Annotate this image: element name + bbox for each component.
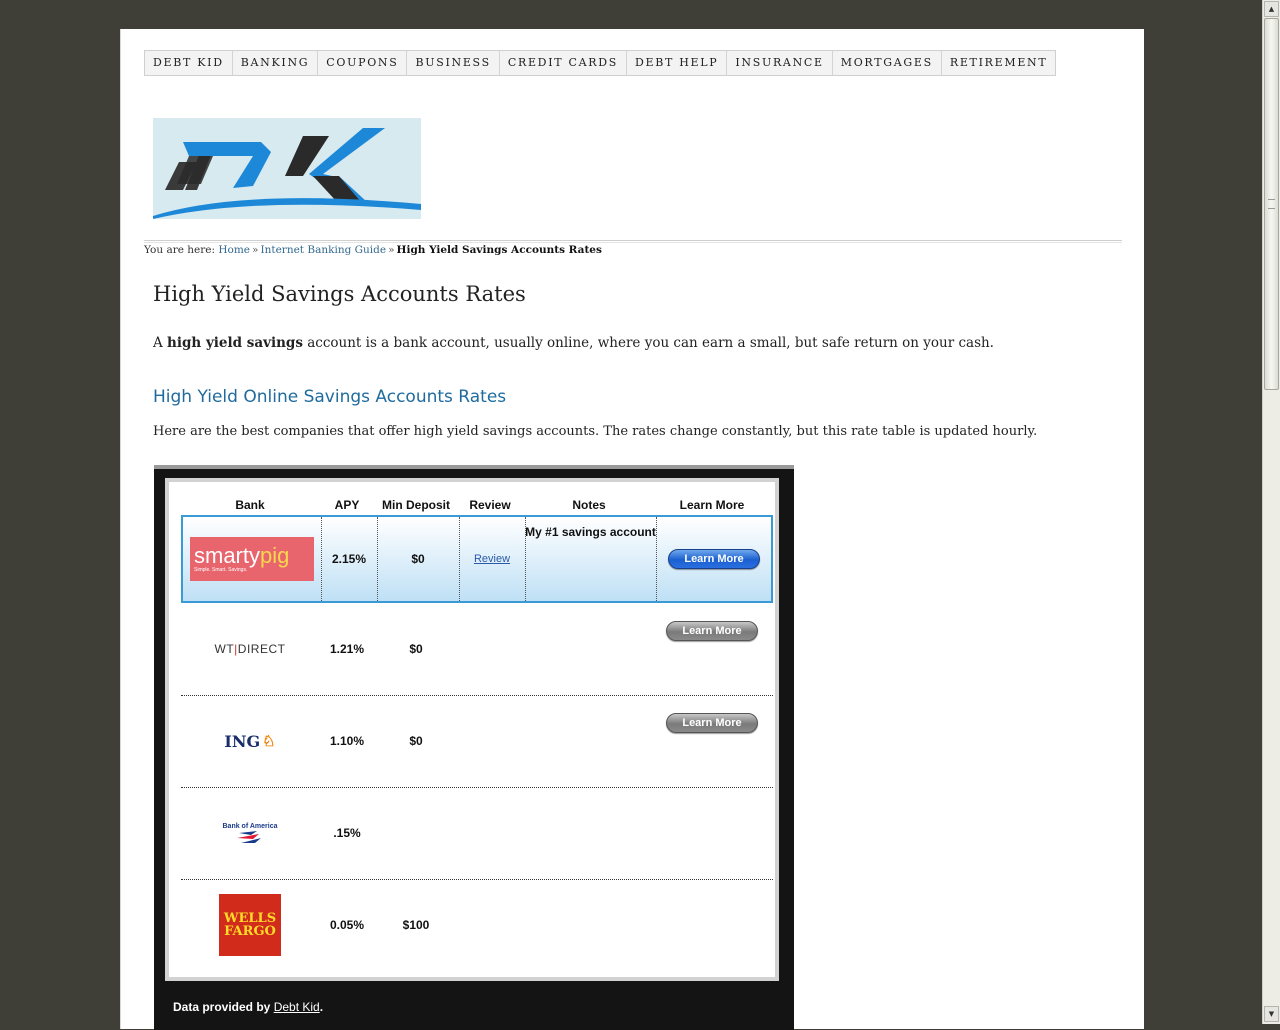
apy-cell: 1.10% (329, 734, 365, 748)
min-deposit-cell: $0 (409, 734, 423, 748)
rate-table-widget: Bank APY Min Deposit Review Notes Learn … (154, 465, 794, 1030)
nav-item-coupons[interactable]: COUPONS (318, 51, 408, 75)
section-heading: High Yield Online Savings Accounts Rates (153, 387, 507, 407)
table-row: Bank of America .15% (181, 787, 773, 880)
section-text: Here are the best companies that offer h… (153, 424, 1038, 439)
logo-text: smarty (194, 543, 260, 568)
nav-item-credit-cards[interactable]: CREDIT CARDS (500, 51, 627, 75)
footer-suffix: . (319, 1000, 324, 1014)
breadcrumb-guide-link[interactable]: Internet Banking Guide (260, 244, 386, 256)
top-nav: DEBT KID BANKING COUPONS BUSINESS CREDIT… (144, 50, 1057, 76)
header-divider (144, 240, 1122, 243)
footer-debt-kid-link[interactable]: Debt Kid (274, 1000, 320, 1014)
nav-item-retirement[interactable]: RETIREMENT (942, 51, 1056, 75)
logo-tagline: Simple. Smart. Savings. (194, 567, 248, 573)
nav-item-debt-kid[interactable]: DEBT KID (145, 51, 233, 75)
nav-item-mortgages[interactable]: MORTGAGES (833, 51, 942, 75)
header-learn-more: Learn More (679, 498, 745, 512)
dk-logo-graphic (153, 118, 421, 219)
bank-cell: smartypig Simple. Smart. Savings. (183, 517, 322, 601)
breadcrumb-current: High Yield Savings Accounts Rates (396, 244, 602, 256)
flag-icon (236, 830, 261, 843)
breadcrumb-sep: » (252, 244, 259, 256)
intro-a: A (153, 335, 168, 351)
nav-item-business[interactable]: BUSINESS (407, 51, 500, 75)
scroll-down-arrow-icon[interactable]: ▼ (1264, 1006, 1279, 1022)
logo-accent: pig (260, 543, 290, 568)
breadcrumb-home-link[interactable]: Home (218, 244, 250, 256)
ing-logo[interactable]: ING ♘ (224, 732, 275, 751)
min-deposit-cell: $0 (409, 642, 423, 656)
logo-text: Bank of America (222, 822, 278, 830)
breadcrumb-prefix: You are here: (144, 244, 216, 256)
notes-cell: My #1 savings account (525, 517, 657, 601)
bank-of-america-logo[interactable]: Bank of America (222, 822, 278, 844)
wt-direct-logo[interactable]: WT|DIRECT (215, 642, 286, 656)
apy-cell: 2.15% (321, 517, 378, 601)
footer-prefix: Data provided by (173, 1000, 274, 1014)
page-container: DEBT KID BANKING COUPONS BUSINESS CREDIT… (120, 29, 1144, 1030)
review-link[interactable]: Review (474, 553, 510, 565)
page-title: High Yield Savings Accounts Rates (153, 282, 526, 306)
min-deposit-cell: $100 (402, 918, 430, 932)
header-review: Review (469, 498, 511, 512)
bank-cell: WT|DIRECT (181, 603, 319, 695)
logo-text: ING (224, 731, 261, 751)
min-deposit-cell: $0 (377, 517, 460, 601)
header-min-deposit: Min Deposit (382, 498, 450, 512)
rate-table: Bank APY Min Deposit Review Notes Learn … (169, 482, 775, 977)
apy-cell: .15% (333, 826, 361, 840)
breadcrumb: You are here: Home» Internet Banking Guid… (144, 244, 602, 256)
bank-cell: Bank of America (181, 787, 319, 879)
table-row: WT|DIRECT 1.21% $0 Learn More (181, 603, 773, 696)
learn-more-button[interactable]: Learn More (666, 621, 758, 641)
learn-more-cell: Learn More (655, 695, 769, 787)
bank-cell: WELLS FARGO (181, 879, 319, 971)
min-deposit-cell (375, 787, 457, 879)
wells-fargo-logo[interactable]: WELLS FARGO (219, 894, 281, 956)
table-row-featured: smartypig Simple. Smart. Savings. 2.15% … (181, 515, 773, 603)
learn-more-button[interactable]: Learn More (666, 713, 758, 733)
learn-more-cell: Learn More (655, 603, 769, 695)
nav-item-debt-help[interactable]: DEBT HELP (627, 51, 728, 75)
scroll-up-arrow-icon[interactable]: ▲ (1264, 1, 1279, 17)
vertical-scrollbar[interactable]: ▲ ▼ (1262, 0, 1280, 1024)
scroll-thumb[interactable] (1264, 18, 1279, 390)
lion-icon: ♘ (262, 732, 276, 750)
nav-item-banking[interactable]: BANKING (233, 51, 319, 75)
widget-footer: Data provided by Debt Kid. (173, 1000, 323, 1014)
table-row: WELLS FARGO 0.05% $100 (181, 879, 773, 971)
header-notes: Notes (572, 498, 606, 512)
header-bank: Bank (235, 498, 265, 512)
review-cell: Review (459, 517, 526, 601)
intro-rest: account is a bank account, usually onlin… (302, 335, 994, 351)
learn-more-cell: Learn More (657, 517, 771, 601)
rate-table-frame: Bank APY Min Deposit Review Notes Learn … (165, 478, 779, 981)
intro-paragraph: A high yield savings account is a bank a… (153, 335, 994, 351)
logo-text: WT (214, 642, 235, 656)
grip-icon (1268, 199, 1275, 209)
intro-bold: high yield savings (167, 335, 303, 351)
site-logo[interactable] (153, 118, 421, 219)
logo-text: DIRECT (237, 642, 286, 656)
header-apy: APY (334, 498, 360, 512)
breadcrumb-sep: » (388, 244, 395, 256)
smartypig-logo[interactable]: smartypig Simple. Smart. Savings. (190, 537, 314, 581)
bank-cell: ING ♘ (181, 695, 319, 787)
apy-cell: 1.21% (329, 642, 365, 656)
nav-item-insurance[interactable]: INSURANCE (727, 51, 833, 75)
table-row: ING ♘ 1.10% $0 Learn More (181, 695, 773, 788)
apy-cell: 0.05% (329, 918, 365, 932)
learn-more-button[interactable]: Learn More (668, 549, 760, 569)
